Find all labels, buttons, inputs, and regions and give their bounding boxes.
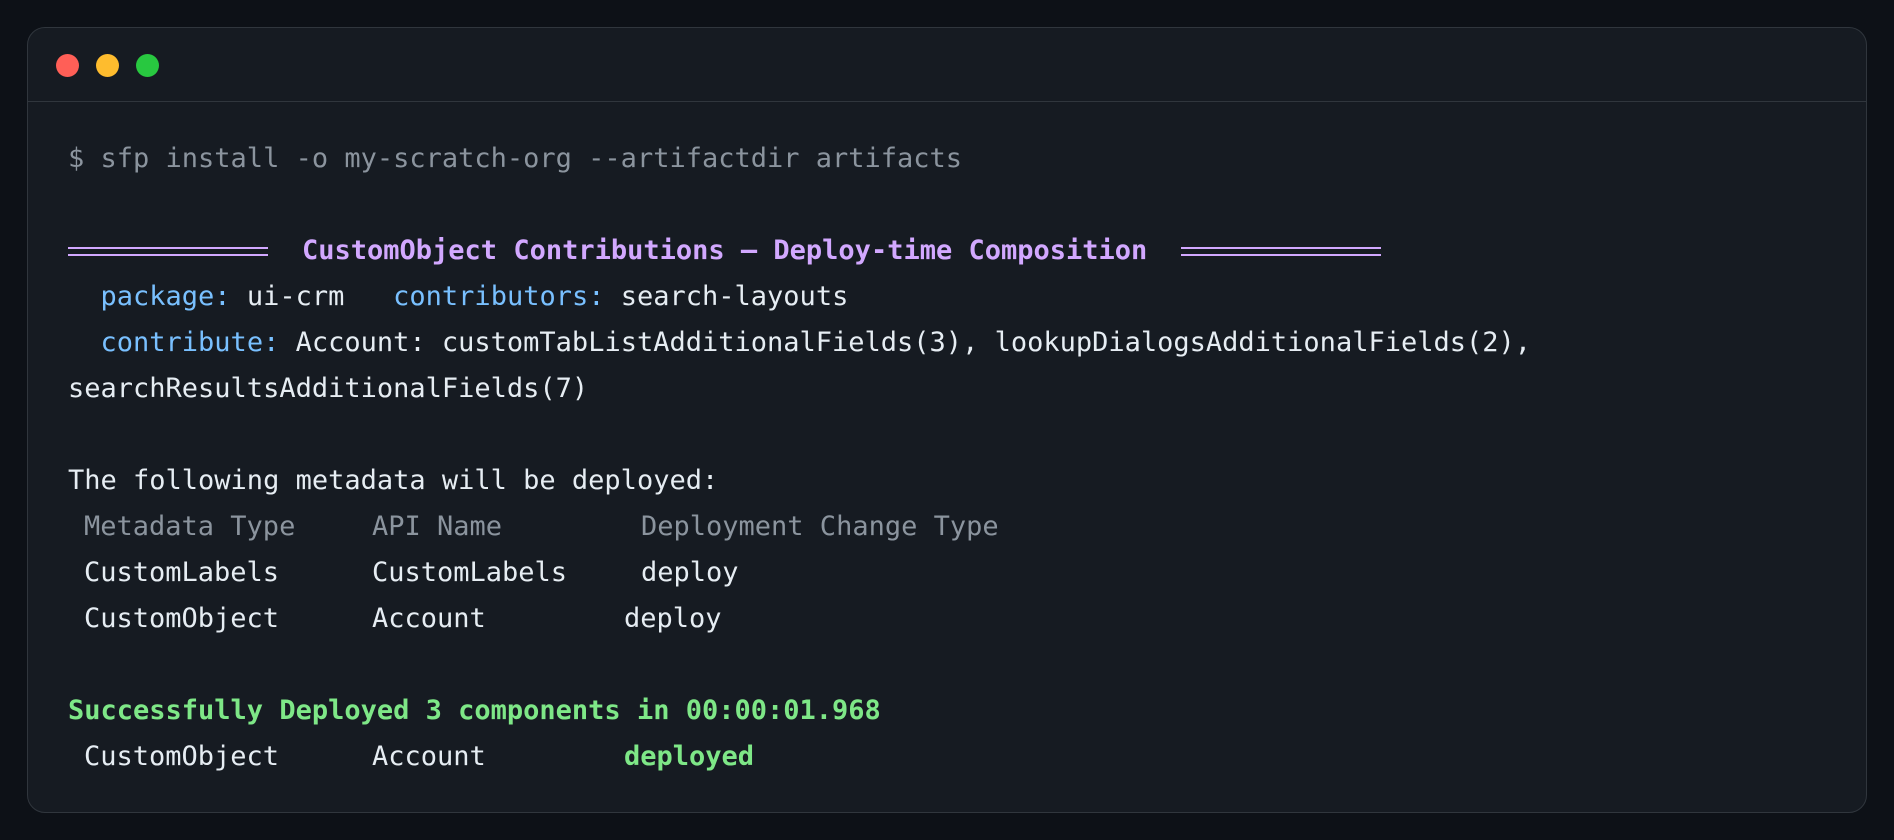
result-api-name: Account bbox=[372, 741, 486, 772]
banner-title: CustomObject Contributions — Deploy-time… bbox=[302, 235, 1148, 266]
close-window-icon[interactable] bbox=[56, 54, 79, 77]
row-api-name: CustomLabels bbox=[372, 557, 568, 588]
command-text: $ sfp install -o my-scratch-org --artifa… bbox=[68, 143, 963, 174]
result-row: CustomObject Account deployed bbox=[68, 734, 1846, 780]
deploy-intro-line: The following metadata will be deployed: bbox=[68, 458, 1846, 504]
success-line: Successfully Deployed 3 components in 00… bbox=[68, 688, 1846, 734]
table-row: CustomObject Account deploy bbox=[68, 596, 1846, 642]
command-line: $ sfp install -o my-scratch-org --artifa… bbox=[68, 136, 1846, 182]
header-api-name: API Name bbox=[372, 511, 503, 542]
contribute-value: Account: customTabListAdditionalFields(3… bbox=[295, 327, 1532, 358]
package-line: package: ui-crm contributors: search-lay… bbox=[68, 274, 1846, 320]
banner-line: CustomObject Contributions — Deploy-time… bbox=[68, 228, 1846, 274]
table-row: CustomLabels CustomLabels deploy bbox=[68, 550, 1846, 596]
row-metadata-type: CustomLabels bbox=[84, 557, 280, 588]
contribute-value-wrap: searchResultsAdditionalFields(7) bbox=[68, 373, 589, 404]
package-value: ui-crm bbox=[246, 281, 345, 312]
table-header: Metadata Type API Name Deployment Change T… bbox=[68, 504, 1846, 550]
title-bar bbox=[28, 28, 1866, 102]
deploy-intro: The following metadata will be deployed: bbox=[68, 465, 719, 496]
contributors-value: search-layouts bbox=[620, 281, 849, 312]
row-api-name: Account bbox=[372, 603, 486, 634]
banner-rule-right bbox=[1181, 247, 1382, 256]
package-label: package: bbox=[100, 281, 231, 312]
contribute-wrap-line: searchResultsAdditionalFields(7) bbox=[68, 366, 1846, 412]
banner-rule-left bbox=[68, 247, 268, 256]
contribute-line: contribute: Account: customTabListAdditi… bbox=[68, 320, 1846, 366]
row-metadata-type: CustomObject bbox=[84, 603, 280, 634]
row-change-type: deploy bbox=[624, 603, 722, 634]
result-metadata-type: CustomObject bbox=[84, 741, 280, 772]
zoom-window-icon[interactable] bbox=[136, 54, 159, 77]
contributors-label: contributors: bbox=[393, 281, 605, 312]
terminal-output: $ sfp install -o my-scratch-org --artifa… bbox=[68, 136, 1846, 780]
result-status: deployed bbox=[624, 741, 755, 772]
minimize-window-icon[interactable] bbox=[96, 54, 119, 77]
row-change-type: deploy bbox=[641, 557, 739, 588]
success-message: Successfully Deployed 3 components in 00… bbox=[68, 695, 881, 726]
header-change-type: Deployment Change Type bbox=[641, 511, 999, 542]
contribute-label: contribute: bbox=[100, 327, 280, 358]
header-metadata-type: Metadata Type bbox=[84, 511, 296, 542]
terminal-window: $ sfp install -o my-scratch-org --artifa… bbox=[27, 27, 1867, 813]
